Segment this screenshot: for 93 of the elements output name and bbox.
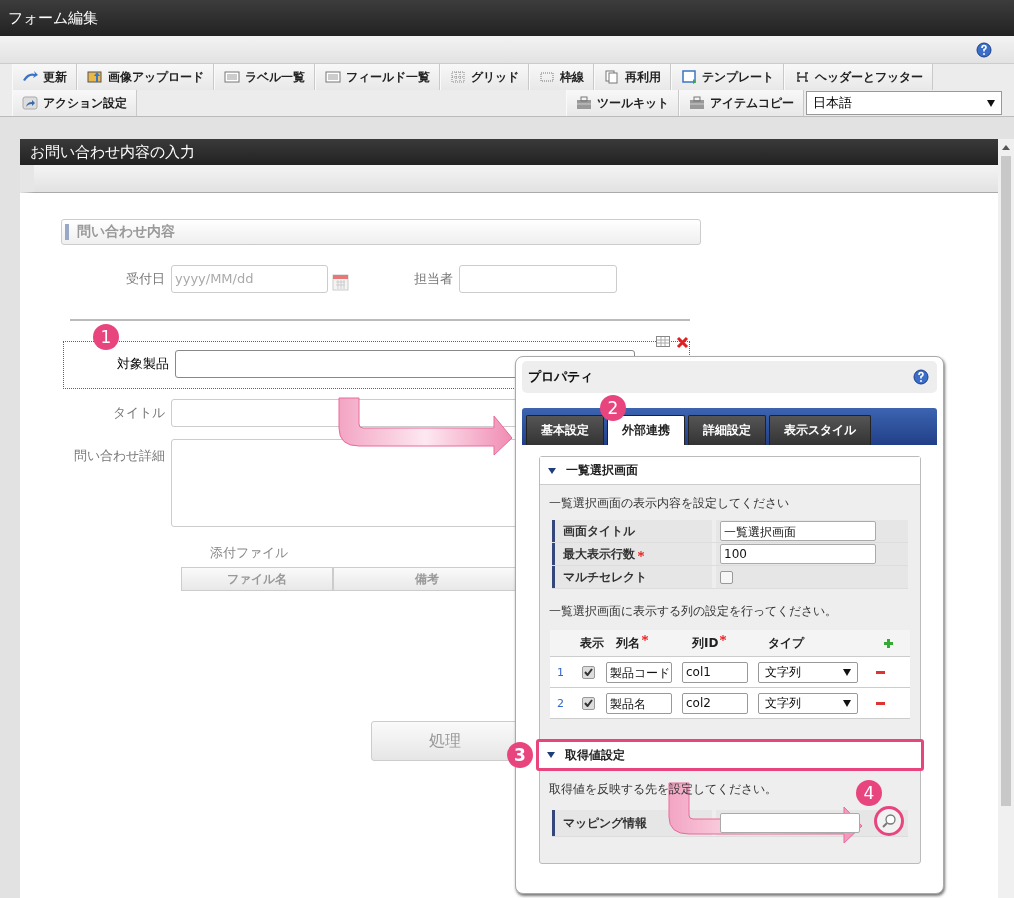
list-icon bbox=[325, 70, 341, 84]
tab[interactable]: 外部連携 bbox=[607, 415, 685, 445]
type-select[interactable]: 文字列 bbox=[758, 692, 858, 714]
required-mark-icon bbox=[720, 634, 727, 641]
check-icon bbox=[583, 699, 593, 707]
section-header: 問い合わせ内容 bbox=[61, 219, 701, 245]
table-description: 一覧選択画面に表示する列の設定を行ってください。 bbox=[548, 603, 837, 620]
arrow-icon bbox=[22, 70, 38, 84]
window-title: フォーム編集 bbox=[0, 0, 1014, 36]
toolbar-button[interactable]: ヘッダーとフッター bbox=[784, 64, 933, 90]
section-description: 取得値を反映する先を設定してください。 bbox=[548, 781, 777, 798]
column-id-field[interactable]: col2 bbox=[682, 692, 748, 714]
section-title: 一覧選択画面 bbox=[566, 462, 638, 479]
property-field[interactable]: 一覧選択画面 bbox=[720, 521, 876, 541]
section-description: 一覧選択画面の表示内容を設定してください bbox=[548, 495, 789, 512]
step-badge: 1 bbox=[93, 324, 119, 350]
section-title: 取得値設定 bbox=[565, 746, 625, 764]
type-select[interactable]: 文字列 bbox=[758, 661, 858, 683]
delete-icon[interactable] bbox=[676, 336, 689, 349]
toolbar-button[interactable]: テンプレート bbox=[671, 64, 784, 90]
help-icon[interactable] bbox=[976, 41, 992, 58]
toolbar-button[interactable]: ラベル一覧 bbox=[214, 64, 315, 90]
column-name-field[interactable]: 製品コード bbox=[606, 661, 672, 683]
column-id-field[interactable]: col1 bbox=[682, 661, 748, 683]
section-header[interactable]: 一覧選択画面 bbox=[540, 457, 920, 485]
property-label: マルチセレクト bbox=[552, 566, 712, 588]
toolbox-icon bbox=[576, 96, 592, 110]
checkbox[interactable] bbox=[720, 570, 733, 584]
calendar-icon[interactable] bbox=[332, 273, 349, 291]
table-icon[interactable] bbox=[656, 336, 670, 347]
toolbar-button[interactable]: 更新 bbox=[12, 64, 77, 90]
column-header: タイプ bbox=[768, 634, 804, 652]
tab[interactable]: 表示スタイル bbox=[769, 415, 871, 445]
caret-icon bbox=[843, 699, 851, 707]
header-icon bbox=[794, 70, 810, 84]
list-icon bbox=[224, 70, 240, 84]
property-field[interactable] bbox=[720, 813, 860, 833]
toolbar-button[interactable]: ツールキット bbox=[566, 90, 679, 116]
share-icon bbox=[22, 96, 38, 110]
toolbar-button[interactable]: 画像アップロード bbox=[77, 64, 214, 90]
column-header: 列名 bbox=[616, 634, 648, 652]
toolbar-button[interactable]: フィールド一覧 bbox=[315, 64, 440, 90]
column-name-field[interactable]: 製品名 bbox=[606, 692, 672, 714]
property-label: 画面タイトル bbox=[552, 520, 712, 542]
toolbar-button[interactable]: 再利用 bbox=[594, 64, 671, 90]
field-label: 担当者 bbox=[413, 270, 454, 288]
attachment-label: 添付ファイル bbox=[210, 544, 288, 562]
check-icon bbox=[583, 668, 593, 676]
field-label: 問い合わせ詳細 bbox=[73, 447, 166, 465]
row-number: 1 bbox=[556, 665, 565, 679]
toolbar-button[interactable]: 枠線 bbox=[529, 64, 594, 90]
field-label: 対象製品 bbox=[116, 355, 170, 373]
search-icon bbox=[881, 813, 897, 829]
column-header: 表示 bbox=[580, 634, 604, 652]
remove-icon[interactable] bbox=[876, 670, 885, 674]
toolbar-button[interactable]: アクション設定 bbox=[12, 90, 137, 116]
required-mark-icon bbox=[642, 634, 648, 641]
remove-icon[interactable] bbox=[876, 701, 885, 705]
language-select[interactable]: 日本語 bbox=[806, 91, 1002, 115]
checkbox[interactable] bbox=[581, 696, 595, 710]
form-title: お問い合わせ内容の入力 bbox=[20, 139, 998, 165]
template-icon bbox=[681, 70, 697, 84]
tab[interactable]: 詳細設定 bbox=[688, 415, 766, 445]
required-mark-icon bbox=[638, 551, 644, 557]
dialog-title: プロパティ bbox=[528, 368, 593, 386]
toolbar-button[interactable]: グリッド bbox=[440, 64, 529, 90]
column-header: ファイル名 bbox=[181, 567, 333, 591]
image-icon bbox=[87, 70, 103, 84]
tab[interactable]: 基本設定 bbox=[526, 415, 604, 445]
search-button[interactable] bbox=[874, 806, 904, 836]
property-label: 最大表示行数 bbox=[552, 543, 712, 565]
step-badge: 4 bbox=[856, 780, 882, 806]
field-label: タイトル bbox=[112, 404, 166, 422]
scrollbar-thumb[interactable] bbox=[1001, 156, 1011, 806]
field-label: 受付日 bbox=[125, 270, 166, 288]
checkbox[interactable] bbox=[581, 665, 595, 679]
step-badge: 3 bbox=[507, 742, 533, 768]
caret-icon bbox=[987, 99, 995, 107]
property-field[interactable]: 100 bbox=[720, 544, 876, 564]
scroll-up-icon[interactable] bbox=[1002, 145, 1010, 150]
document-icon bbox=[604, 70, 620, 84]
text-field[interactable] bbox=[459, 265, 617, 293]
add-icon[interactable] bbox=[884, 638, 893, 648]
grid-icon bbox=[450, 70, 466, 84]
caret-icon bbox=[843, 668, 851, 676]
row-number: 2 bbox=[556, 696, 565, 710]
toolbar-button[interactable]: アイテムコピー bbox=[679, 90, 804, 116]
column-header: 列ID bbox=[692, 634, 727, 652]
toolbox-icon bbox=[689, 96, 705, 110]
step-badge: 2 bbox=[600, 395, 626, 421]
help-icon[interactable] bbox=[913, 369, 929, 385]
frame-icon bbox=[539, 70, 555, 84]
scrollbar[interactable] bbox=[998, 139, 1014, 898]
